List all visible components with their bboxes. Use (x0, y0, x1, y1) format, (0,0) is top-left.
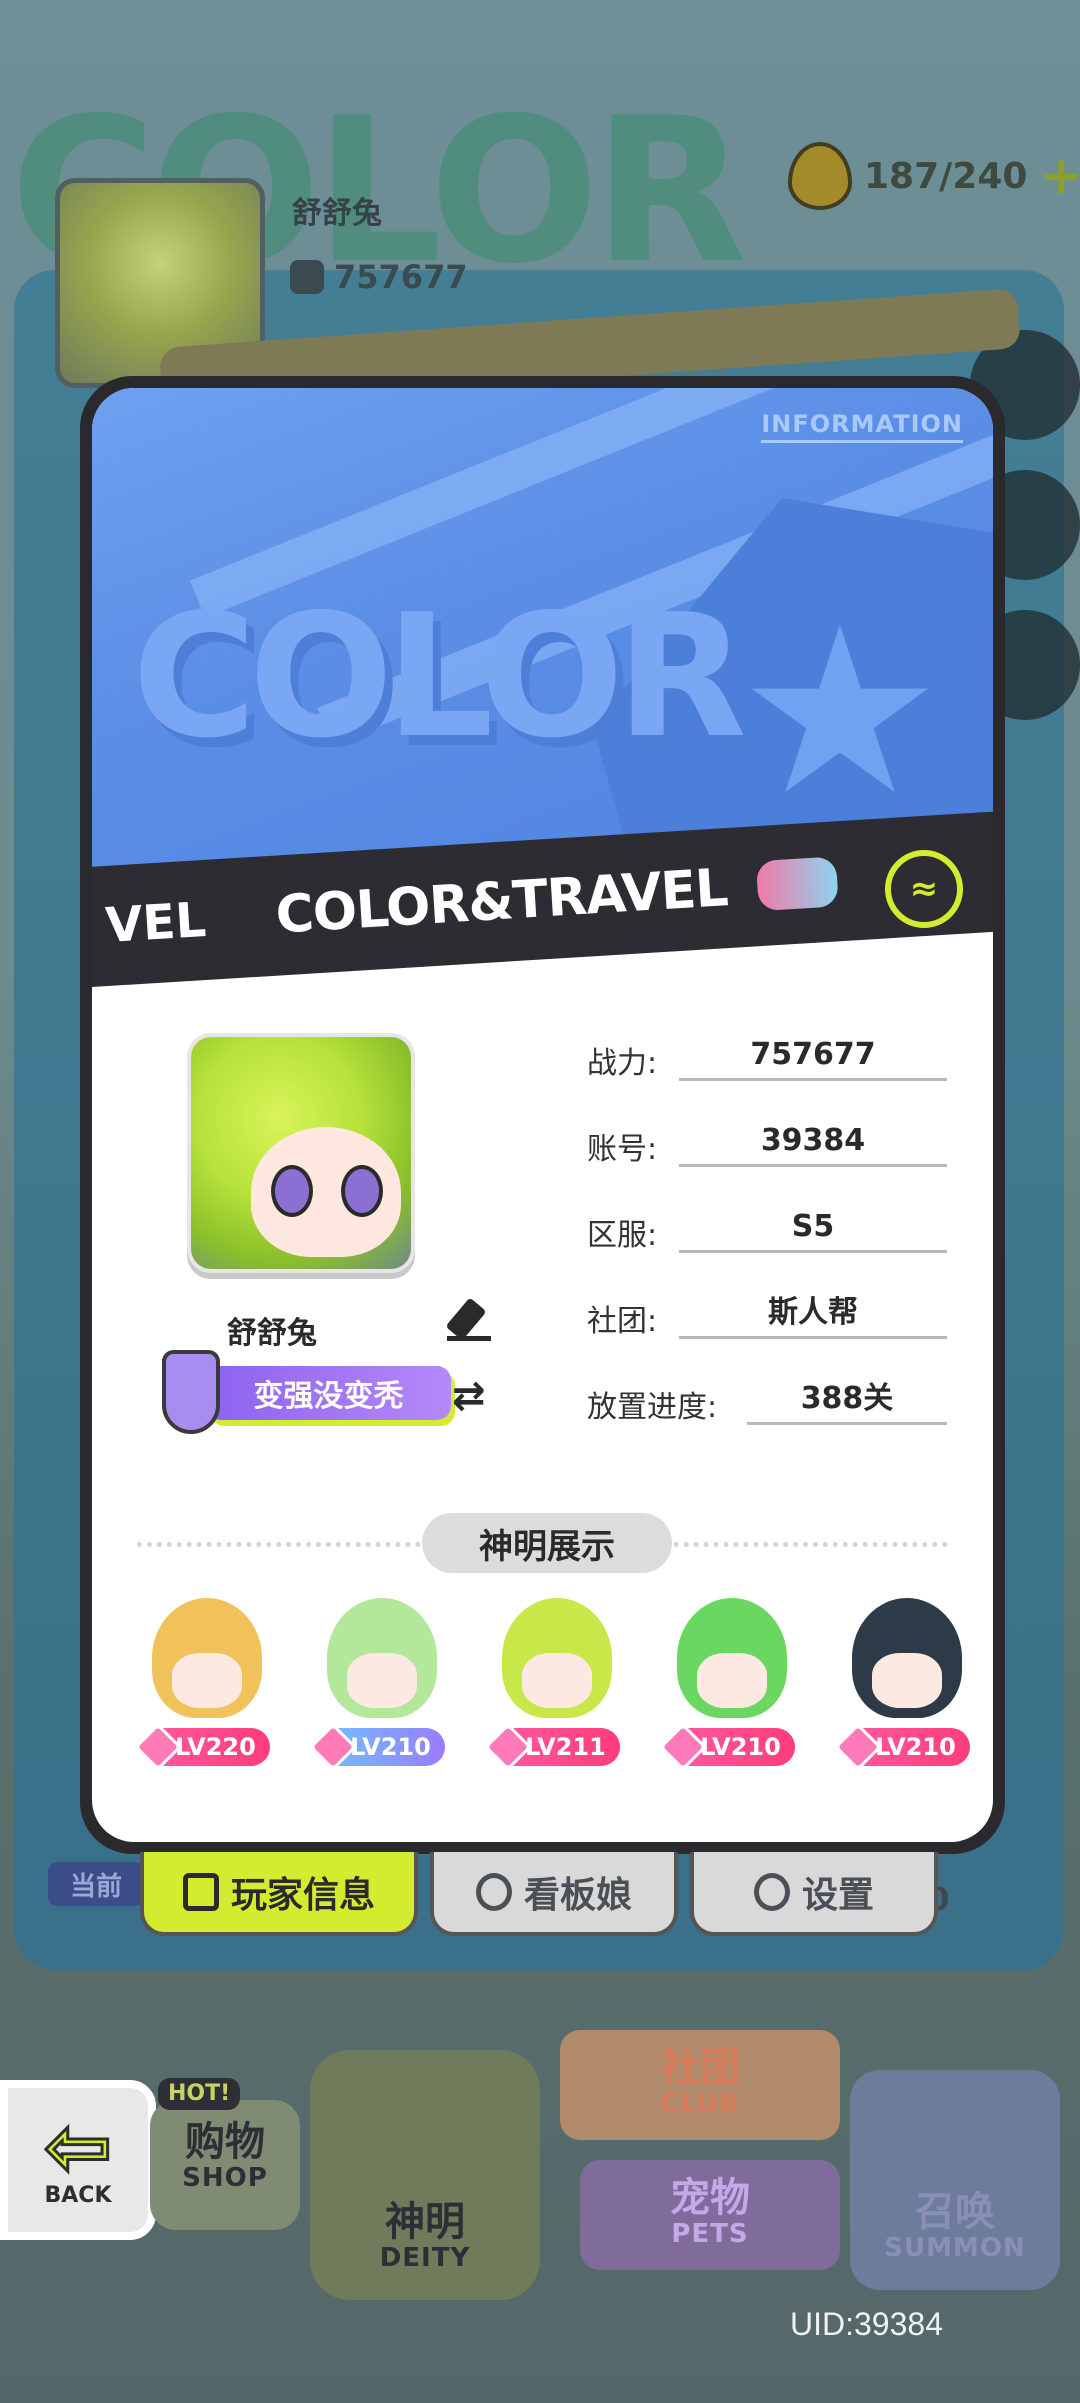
pets-button[interactable]: 宠物 PETS (580, 2160, 840, 2270)
ribbon-prev-text: VEL (103, 891, 208, 955)
swap-motto-icon[interactable]: ⇄ (452, 1373, 486, 1419)
tab-label: 看板娘 (523, 1875, 632, 1916)
deity-level-badge: LV210 (308, 1722, 445, 1772)
deity-item[interactable]: LV210 (302, 1598, 462, 1772)
deity-level-badge: LV210 (833, 1722, 970, 1772)
stat-label: 社团: (587, 1304, 658, 1339)
stat-label: 账号: (587, 1132, 658, 1167)
shop-label: 购物 (185, 2119, 265, 2165)
pets-label: 宠物 (670, 2175, 750, 2221)
tab-settings[interactable]: 设置 (690, 1852, 938, 1936)
gem-icon (308, 1722, 358, 1772)
deity-item[interactable]: LV211 (477, 1598, 637, 1772)
player-name: 舒舒兔 (227, 1316, 317, 1351)
stat-value: 斯人帮 (679, 1290, 947, 1339)
stat-power: 战力: 757677 (587, 1037, 947, 1124)
background-power-value: 757677 (334, 258, 468, 296)
gem-icon (483, 1722, 533, 1772)
person-icon (475, 1873, 512, 1911)
club-label: 社团 (660, 2045, 740, 2091)
tab-mascot[interactable]: 看板娘 (430, 1852, 678, 1936)
deity-level: LV211 (525, 1733, 606, 1761)
pets-label-en: PETS (671, 2219, 749, 2249)
deity-showcase: LV220 LV210 LV211 LV210 LV210 (127, 1598, 987, 1772)
summon-label-en: SUMMON (884, 2233, 1026, 2263)
tab-label: 玩家信息 (230, 1875, 375, 1916)
deity-item[interactable]: LV220 (127, 1598, 287, 1772)
stat-server: 区服: S5 (587, 1209, 947, 1296)
club-button[interactable]: 社团 CLUB (560, 2030, 840, 2140)
deity-level: LV210 (700, 1733, 781, 1761)
stat-value: 757677 (679, 1032, 947, 1081)
shop-button[interactable]: HOT! 购物 SHOP (150, 2078, 300, 2230)
deity-level-badge: LV210 (658, 1722, 795, 1772)
deity-label: 神明 (385, 2199, 465, 2245)
gem-icon (658, 1722, 708, 1772)
stat-value: S5 (679, 1204, 947, 1253)
banner-logo-word: COLOR (132, 578, 747, 776)
summon-label: 召唤 (915, 2189, 995, 2235)
kart-icon (755, 856, 839, 912)
fist-icon (162, 1350, 220, 1434)
add-stamina-button[interactable]: + (1039, 146, 1080, 206)
club-label-en: CLUB (660, 2089, 740, 2119)
background-power: 757677 (290, 258, 468, 296)
fist-icon (290, 260, 324, 294)
deity-item[interactable]: LV210 (827, 1598, 987, 1772)
stat-account: 账号: 39384 (587, 1123, 947, 1210)
stat-club: 社团: 斯人帮 (587, 1295, 947, 1382)
stat-label: 区服: (587, 1218, 658, 1253)
player-avatar[interactable] (187, 1033, 415, 1273)
stat-label: 放置进度: (587, 1390, 718, 1425)
gem-icon (833, 1722, 883, 1772)
hot-badge: HOT! (158, 2078, 241, 2111)
deity-level-badge: LV211 (483, 1722, 620, 1772)
summon-button[interactable]: 召唤 SUMMON (850, 2070, 1060, 2290)
gem-icon (133, 1722, 183, 1772)
back-arrow-icon: ⇦ (42, 2099, 114, 2195)
ribbon-title: COLOR&TRAVEL (273, 858, 730, 946)
player-info-card: COLOR ★ INFORMATION VEL COLOR&TRAVEL ≈ 舒… (80, 376, 1005, 1854)
stamina-drop-icon (788, 142, 852, 210)
profile-tabs: 玩家信息 看板娘 设置 (140, 1852, 938, 1936)
gear-icon (753, 1873, 790, 1911)
deity-level: LV220 (175, 1733, 256, 1761)
deity-level: LV210 (350, 1733, 431, 1761)
information-label: INFORMATION (761, 410, 963, 443)
stamina-counter: 187/240 + (788, 142, 1080, 210)
deity-section-header: 神明展示 (92, 1513, 993, 1573)
stat-value: 39384 (679, 1118, 947, 1167)
tab-player-info[interactable]: 玩家信息 (140, 1852, 418, 1936)
stamina-value: 187/240 (864, 155, 1028, 197)
motto-text: 变强没变秃 (206, 1366, 451, 1420)
back-button[interactable]: ⇦ BACK (0, 2080, 156, 2240)
stat-idle-progress: 放置进度: 388关 (587, 1381, 947, 1468)
shop-label-en: SHOP (182, 2163, 268, 2193)
star-icon: ★ (736, 579, 943, 846)
background-player-name: 舒舒兔 (292, 196, 382, 231)
deity-level: LV210 (875, 1733, 956, 1761)
stat-label: 战力: (587, 1046, 658, 1081)
deity-button[interactable]: 神明 DEITY (310, 2050, 540, 2300)
change-banner-button[interactable]: ≈ (885, 850, 963, 928)
side-label-current: 当前 (48, 1862, 144, 1906)
deity-section-title: 神明展示 (422, 1513, 672, 1573)
stat-value: 388关 (747, 1376, 947, 1425)
deity-label-en: DEITY (379, 2243, 471, 2273)
back-label: BACK (44, 2182, 112, 2208)
tab-label: 设置 (801, 1875, 874, 1916)
uid-label: UID:39384 (790, 2306, 943, 2342)
player-stats: 战力: 757677 账号: 39384 区服: S5 社团: 斯人帮 放置进度… (587, 1037, 947, 1468)
deity-level-badge: LV220 (133, 1722, 270, 1772)
deity-item[interactable]: LV210 (652, 1598, 812, 1772)
motto-badge[interactable]: 变强没变秃 (162, 1350, 462, 1434)
edit-name-icon[interactable] (445, 1297, 491, 1342)
id-card-icon (182, 1873, 219, 1911)
